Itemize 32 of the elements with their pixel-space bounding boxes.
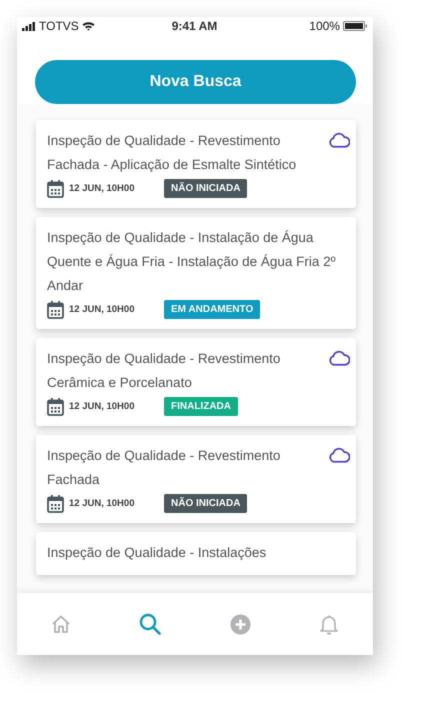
calendar-icon (47, 180, 64, 198)
signal-icon (22, 22, 36, 30)
inspection-title: Inspeção de Qualidade - Instalações (47, 544, 268, 562)
add-icon (230, 614, 251, 634)
carrier-name: TOTVS (39, 19, 79, 33)
inspection-card[interactable]: Inspeção de Qualidade - Instalações (36, 532, 356, 575)
bell-icon (318, 614, 339, 634)
status-badge: NÃO INICIADA (164, 494, 248, 513)
calendar-icon (47, 398, 64, 416)
date-time: 12 JUN, 10H00 (69, 304, 136, 315)
inspection-title: Inspeção de Qualidade - Revestimento Cerâmica e Porcelanato (47, 350, 282, 392)
calendar-icon (47, 300, 64, 318)
inspection-card[interactable]: Inspeção de Qualidade - Revestimento Fachada 12 JUN, 10H00 NÃO INICIADA (36, 435, 356, 523)
battery-icon (342, 21, 367, 31)
inspection-title: Inspeção de Qualidade - Revestimento Fachada (47, 447, 282, 489)
inspection-card[interactable]: Inspeção de Qualidade - Revestimento Cerâmica e Porcelanato 12 JUN, 10H00 FINALIZADA (36, 338, 356, 426)
calendar-icon (47, 494, 64, 512)
status-badge: NÃO INICIADA (164, 179, 248, 198)
date-time: 12 JUN, 10H00 (69, 498, 136, 509)
inspection-card[interactable]: Inspeção de Qualidade - Revestimento Fachada - Aplicação de Esmalte Sintético 12 JUN, 10H00 NÃO INICIADA (36, 120, 356, 208)
home-icon (51, 614, 72, 634)
battery-percent: 100% (309, 19, 340, 33)
inspection-title: Inspeção de Qualidade - Instalação de Água Quente e Água Fria - Instalação de Água Fria 2º Andar (47, 229, 337, 295)
status-badge: FINALIZADA (164, 397, 238, 416)
inspection-card[interactable]: Inspeção de Qualidade - Instalação de Água Quente e Água Fria - Instalação de Água Fria 2º Andar 12 JUN, 10H00 EM ANDAMENTO (36, 217, 356, 329)
inspection-title: Inspeção de Qualidade - Revestimento Fachada - Aplicação de Esmalte Sintético (47, 132, 298, 174)
clock-time: 9:41 AM (172, 19, 218, 33)
status-badge: EM ANDAMENTO (164, 300, 260, 319)
search-icon (139, 613, 162, 635)
date-time: 12 JUN, 10H00 (69, 401, 136, 412)
wifi-icon (82, 21, 95, 31)
date-time: 12 JUN, 10H00 (69, 183, 136, 194)
